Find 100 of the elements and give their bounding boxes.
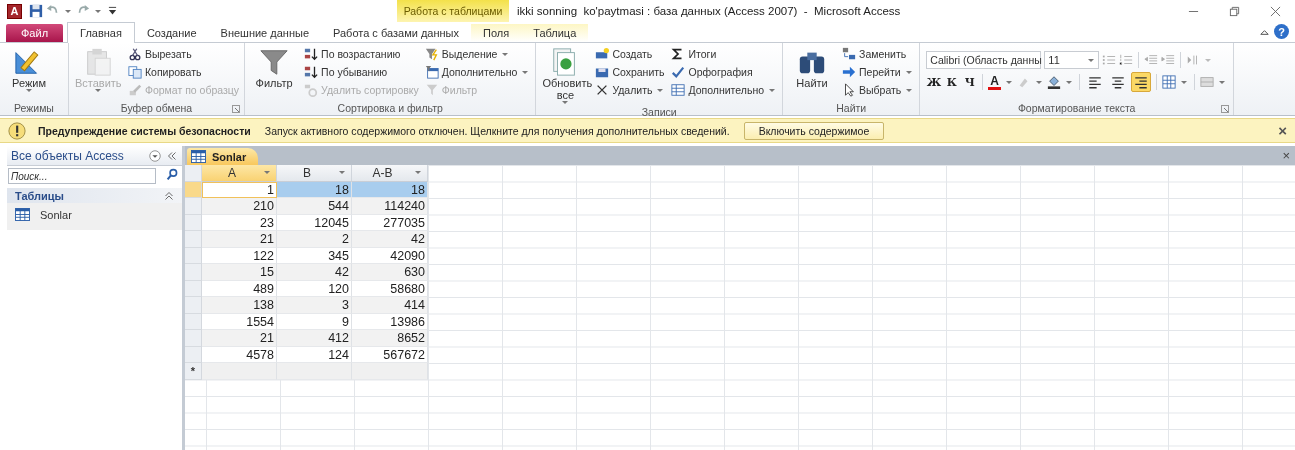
ribbon-tab[interactable]: Таблица bbox=[521, 24, 589, 42]
search-icon[interactable] bbox=[166, 168, 179, 181]
group-label: Режимы bbox=[14, 102, 54, 114]
group-label: Сортировка и фильтр bbox=[337, 102, 443, 114]
column-header[interactable]: B bbox=[277, 165, 352, 182]
ribbon-tab[interactable]: Создание bbox=[134, 24, 209, 42]
ribbon-button[interactable]: По возрастанию bbox=[302, 46, 421, 62]
group-label: Записи bbox=[641, 106, 677, 118]
row-selector[interactable] bbox=[185, 330, 202, 347]
decrease-indent-icon[interactable] bbox=[1144, 53, 1159, 67]
gridlines-icon[interactable] bbox=[1162, 75, 1176, 89]
nav-section-header[interactable]: Таблицы bbox=[7, 188, 182, 203]
close-button[interactable]: × bbox=[1282, 148, 1290, 163]
dropdown-icon[interactable] bbox=[148, 148, 162, 163]
table-cell: 42 bbox=[352, 231, 428, 248]
table-icon bbox=[15, 208, 30, 221]
ribbon-button[interactable]: Дополнительно bbox=[422, 64, 533, 80]
ribbon-button[interactable]: Создать bbox=[593, 46, 668, 62]
warning-message: Запуск активного содержимого отключен. Щелкните для получения дополнительных сведений. bbox=[264, 124, 730, 137]
ribbon-tab[interactable]: Работа с базами данных bbox=[321, 24, 471, 42]
enable-content-button[interactable]: Включить содержимое bbox=[743, 121, 885, 140]
text-style-button[interactable]: К bbox=[944, 75, 960, 89]
close-icon[interactable] bbox=[1270, 5, 1281, 17]
font-color-button[interactable]: A bbox=[988, 74, 1001, 90]
ribbon-button[interactable]: Сохранить bbox=[593, 64, 668, 80]
ribbon-tab[interactable]: Внешние данные bbox=[208, 24, 321, 42]
caret-icon[interactable] bbox=[65, 9, 71, 13]
group-label: Форматирование текста bbox=[1017, 102, 1136, 114]
close-button[interactable]: × bbox=[1278, 122, 1287, 139]
row-selector[interactable] bbox=[185, 198, 202, 215]
numbered-list-icon[interactable] bbox=[1119, 53, 1134, 67]
help-button[interactable]: ? bbox=[1274, 24, 1289, 39]
ribbon-button[interactable]: Выбрать bbox=[840, 82, 917, 98]
caret-icon bbox=[26, 89, 32, 92]
caret-icon bbox=[522, 70, 529, 74]
ribbon-button[interactable]: Режим bbox=[3, 45, 55, 94]
align-right-icon[interactable] bbox=[1131, 72, 1151, 92]
font-size-field[interactable]: 11 bbox=[1044, 51, 1100, 69]
ribbon-button[interactable]: Фильтр bbox=[248, 45, 301, 91]
restore-icon[interactable] bbox=[1229, 5, 1240, 17]
row-selector[interactable] bbox=[185, 264, 202, 281]
ribbon-tab[interactable]: Файл bbox=[6, 24, 64, 42]
save-icon[interactable] bbox=[29, 4, 43, 18]
funnel-icon bbox=[259, 47, 290, 77]
caret-icon bbox=[905, 70, 912, 74]
table-cell: 414 bbox=[352, 297, 428, 314]
table-cell: 15 bbox=[202, 264, 277, 281]
table-cell: 21 bbox=[202, 330, 277, 347]
ribbon-button[interactable]: По убыванию bbox=[302, 64, 421, 80]
ribbon-button[interactable]: Заменить bbox=[840, 46, 917, 62]
table-cell: 630 bbox=[352, 264, 428, 281]
ribbon-button[interactable]: Удалить bbox=[593, 82, 668, 98]
row-selector[interactable] bbox=[185, 231, 202, 248]
table-cell: 21 bbox=[202, 231, 277, 248]
document-tab[interactable]: Sonlar bbox=[187, 148, 259, 165]
font-field[interactable]: Calibri (Область данны bbox=[926, 51, 1042, 69]
ribbon-button[interactable]: Итоги bbox=[669, 46, 780, 62]
ribbon-button[interactable]: Перейти bbox=[840, 64, 917, 80]
table-cell: 114240 bbox=[352, 198, 428, 215]
funnel-icon bbox=[424, 83, 439, 97]
sort-descending-icon bbox=[304, 65, 319, 79]
launcher-icon[interactable] bbox=[1221, 105, 1229, 113]
ribbon-tab[interactable]: Поля bbox=[471, 24, 522, 42]
sort-ascending-icon bbox=[304, 47, 319, 61]
increase-indent-icon[interactable] bbox=[1161, 53, 1176, 67]
spell-check-icon bbox=[671, 65, 686, 79]
column-header[interactable]: A-B bbox=[352, 165, 428, 182]
ribbon-button[interactable]: Дополнительно bbox=[669, 82, 780, 98]
ribbon-button[interactable]: Выделение bbox=[422, 46, 533, 62]
ribbon-button[interactable]: Орфография bbox=[669, 64, 780, 80]
ribbon-button[interactable]: Вырезать bbox=[125, 46, 242, 62]
ribbon-tab[interactable]: Главная bbox=[67, 22, 135, 43]
caret-icon bbox=[906, 88, 913, 92]
funnel-icon bbox=[424, 47, 439, 61]
text-style-button[interactable]: Ж bbox=[926, 75, 942, 89]
ribbon-button[interactable]: Копировать bbox=[125, 64, 242, 80]
caret-icon[interactable] bbox=[95, 9, 101, 13]
nav-pane-title: Все объекты Access bbox=[11, 148, 124, 163]
nav-pane-header[interactable]: Все объекты Access bbox=[7, 146, 182, 166]
cursor-icon bbox=[842, 83, 857, 97]
group-label: Буфер обмена bbox=[120, 102, 193, 114]
contextual-tab-header: Работа с таблицами bbox=[397, 0, 509, 22]
bullet-list-icon[interactable] bbox=[1102, 53, 1117, 67]
caret-icon bbox=[502, 52, 509, 56]
text-style-button[interactable]: Ч bbox=[962, 75, 978, 89]
row-selector[interactable] bbox=[185, 297, 202, 314]
select-all-corner[interactable] bbox=[185, 165, 202, 182]
scissors-icon bbox=[127, 47, 142, 61]
section-label: Таблицы bbox=[15, 189, 64, 202]
search-field[interactable]: Поиск... bbox=[8, 168, 156, 184]
ribbon-button[interactable]: Найти bbox=[786, 45, 839, 91]
copy-icon bbox=[127, 65, 142, 79]
group-label: Найти bbox=[836, 102, 867, 114]
collapse-ribbon-icon[interactable] bbox=[1259, 27, 1270, 38]
row-color-icon[interactable] bbox=[1200, 75, 1214, 89]
paint-bucket-icon[interactable] bbox=[1047, 75, 1061, 89]
ribbon-button[interactable]: Обновить все bbox=[539, 45, 592, 106]
launcher-icon[interactable] bbox=[232, 105, 241, 113]
brush-icon bbox=[127, 83, 142, 97]
column-header[interactable]: A bbox=[202, 165, 277, 182]
